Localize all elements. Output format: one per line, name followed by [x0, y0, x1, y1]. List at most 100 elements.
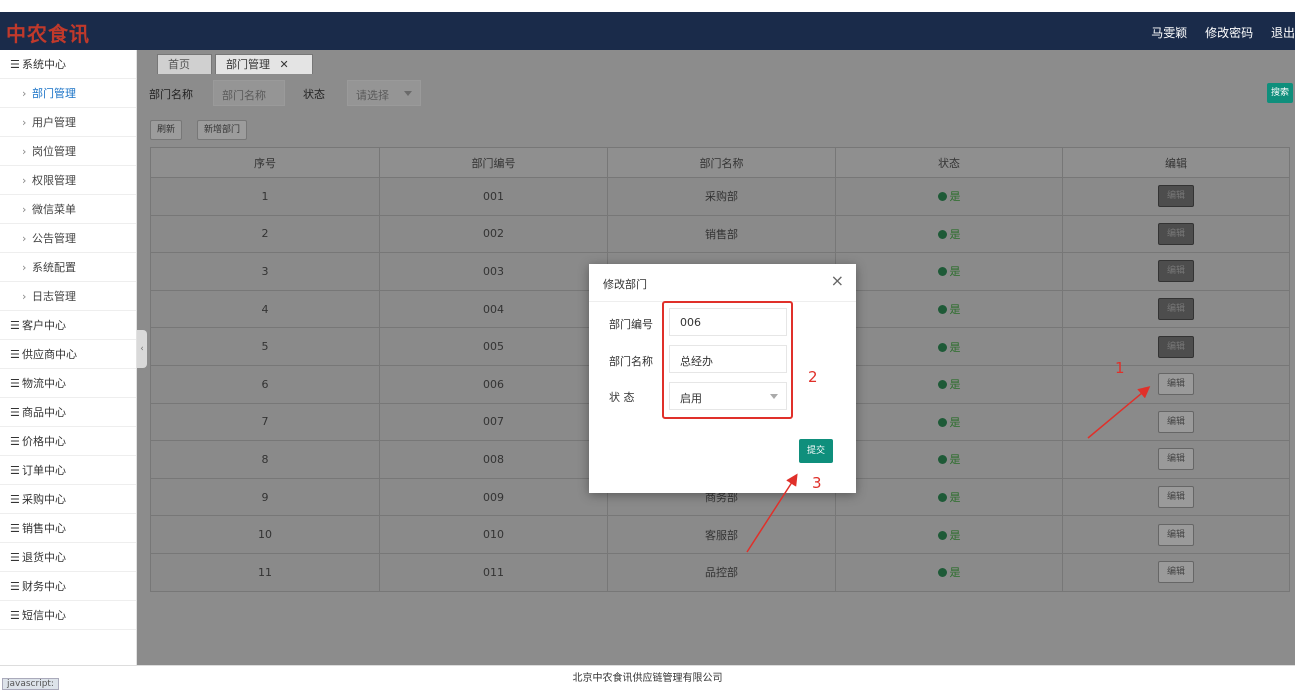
- sidebar-item[interactable]: ☰ 销售中心: [0, 514, 136, 543]
- table-row: 2 002 销售部 是 编辑: [150, 214, 1290, 254]
- edit-button[interactable]: 编辑: [1158, 486, 1194, 509]
- department-code-label: 部门编号: [609, 318, 653, 331]
- chevron-right-icon: ›: [22, 203, 27, 216]
- sidebar: ☰ 系统中心 › 部门管理 › 用户管理 › 岗位管理 › 权限管理 › 微信菜单 › 公告管理 › 系统配置…: [0, 50, 137, 665]
- table-cell-name: 采购部: [607, 177, 836, 216]
- table-cell-code: 003: [379, 252, 608, 291]
- check-circle-icon: [937, 493, 947, 503]
- sidebar-item[interactable]: ☰ 供应商中心: [0, 340, 136, 369]
- sidebar-item[interactable]: › 微信菜单: [0, 195, 136, 224]
- status-text: 是: [949, 453, 961, 467]
- chevron-right-icon: ›: [22, 261, 27, 274]
- chevron-down-icon: [404, 91, 412, 96]
- sidebar-item[interactable]: ☰ 短信中心: [0, 601, 136, 630]
- edit-button[interactable]: 编辑: [1158, 561, 1194, 584]
- table-cell-status: 是: [835, 327, 1063, 366]
- submit-button[interactable]: 提交: [799, 439, 833, 463]
- status-select-placeholder: 请选择: [356, 89, 389, 102]
- refresh-button[interactable]: 刷新: [150, 120, 183, 140]
- sidebar-item-label: 供应商中心: [22, 348, 77, 361]
- sidebar-item[interactable]: ☰ 商品中心: [0, 398, 136, 427]
- current-user[interactable]: 马雯颖: [1151, 26, 1187, 40]
- close-icon[interactable]: ✕: [280, 58, 289, 71]
- table-cell-index: 11: [150, 552, 380, 592]
- table-cell-status: 是: [835, 177, 1063, 216]
- sidebar-item[interactable]: ☰ 系统中心: [0, 50, 136, 79]
- edit-button[interactable]: 编辑: [1158, 373, 1194, 396]
- table-cell-status: 是: [835, 402, 1063, 442]
- column-header: 状态: [835, 147, 1063, 178]
- sidebar-item[interactable]: › 岗位管理: [0, 137, 136, 166]
- sidebar-item[interactable]: › 公告管理: [0, 224, 136, 253]
- table-cell-index: 10: [150, 515, 380, 554]
- department-name-input[interactable]: 部门名称: [213, 80, 285, 106]
- table-cell-edit: 编辑: [1062, 177, 1290, 216]
- status-select[interactable]: 请选择: [347, 80, 421, 106]
- sidebar-item-label: 系统配置: [32, 261, 76, 274]
- department-name-label: 部门名称: [149, 88, 193, 101]
- edit-button[interactable]: 编辑: [1158, 222, 1194, 245]
- status-label: 状 态: [609, 391, 635, 404]
- edit-button[interactable]: 编辑: [1158, 298, 1194, 321]
- list-icon: ☰: [10, 464, 20, 477]
- table-cell-edit: 编辑: [1062, 327, 1290, 366]
- edit-button[interactable]: 编辑: [1158, 260, 1194, 283]
- edit-button[interactable]: 编辑: [1158, 523, 1194, 546]
- table-cell-status: 是: [835, 214, 1063, 254]
- sidebar-item[interactable]: › 日志管理: [0, 282, 136, 311]
- sidebar-item-label: 短信中心: [22, 609, 66, 622]
- sidebar-item[interactable]: ☰ 财务中心: [0, 572, 136, 601]
- table-cell-edit: 编辑: [1062, 515, 1290, 554]
- sidebar-item[interactable]: ☰ 退货中心: [0, 543, 136, 572]
- filter-bar: 部门名称 部门名称 状态 请选择: [149, 80, 1295, 106]
- sidebar-item[interactable]: › 系统配置: [0, 253, 136, 282]
- status-text: 是: [949, 415, 961, 429]
- sidebar-collapse-toggle[interactable]: ‹: [137, 330, 147, 368]
- check-circle-icon: [937, 342, 947, 352]
- change-password-link[interactable]: 修改密码: [1205, 26, 1253, 40]
- sidebar-item[interactable]: ☰ 价格中心: [0, 427, 136, 456]
- sidebar-item[interactable]: › 部门管理: [0, 79, 136, 108]
- sidebar-item[interactable]: ☰ 客户中心: [0, 311, 136, 340]
- table-cell-index: 8: [150, 440, 380, 479]
- table-cell-code: 002: [379, 214, 608, 254]
- status-text: 是: [949, 340, 961, 354]
- chevron-right-icon: ›: [22, 232, 27, 245]
- table-cell-name: 销售部: [607, 214, 836, 254]
- sidebar-item-label: 价格中心: [22, 435, 66, 448]
- chevron-right-icon: ›: [22, 290, 27, 303]
- logout-link[interactable]: 退出: [1271, 26, 1295, 40]
- sidebar-item[interactable]: › 权限管理: [0, 166, 136, 195]
- sidebar-item[interactable]: ☰ 采购中心: [0, 485, 136, 514]
- tab-department[interactable]: 部门管理 ✕: [215, 54, 313, 74]
- sidebar-item[interactable]: › 用户管理: [0, 108, 136, 137]
- top-navbar: 中农食讯 马雯颖 修改密码 退出: [0, 12, 1295, 50]
- table-cell-code: 007: [379, 402, 608, 442]
- table-cell-index: 7: [150, 402, 380, 442]
- edit-button[interactable]: 编辑: [1158, 335, 1194, 358]
- edit-button[interactable]: 编辑: [1158, 410, 1194, 433]
- status-text: 是: [949, 265, 961, 279]
- table-cell-edit: 编辑: [1062, 440, 1290, 479]
- table-cell-name: 客服部: [607, 515, 836, 554]
- add-department-button[interactable]: 新增部门: [197, 120, 248, 140]
- check-circle-icon: [937, 568, 947, 578]
- table-cell-index: 6: [150, 364, 380, 404]
- table-cell-index: 4: [150, 289, 380, 329]
- top-links: 马雯颖 修改密码 退出: [1137, 24, 1295, 41]
- edit-button[interactable]: 编辑: [1158, 448, 1194, 471]
- list-icon: ☰: [10, 609, 20, 622]
- sidebar-item-label: 财务中心: [22, 580, 66, 593]
- edit-button[interactable]: 编辑: [1158, 185, 1194, 208]
- sidebar-item[interactable]: ☰ 订单中心: [0, 456, 136, 485]
- table-cell-index: 3: [150, 252, 380, 291]
- table-cell-code: 011: [379, 552, 608, 592]
- tab-home[interactable]: 首页: [157, 54, 212, 74]
- close-icon[interactable]: ×: [831, 273, 844, 289]
- sidebar-item[interactable]: ☰ 物流中心: [0, 369, 136, 398]
- table-cell-edit: 编辑: [1062, 477, 1290, 517]
- sidebar-item-label: 物流中心: [22, 377, 66, 390]
- table-cell-edit: 编辑: [1062, 214, 1290, 254]
- check-circle-icon: [937, 530, 947, 540]
- search-button[interactable]: 搜索: [1267, 83, 1293, 103]
